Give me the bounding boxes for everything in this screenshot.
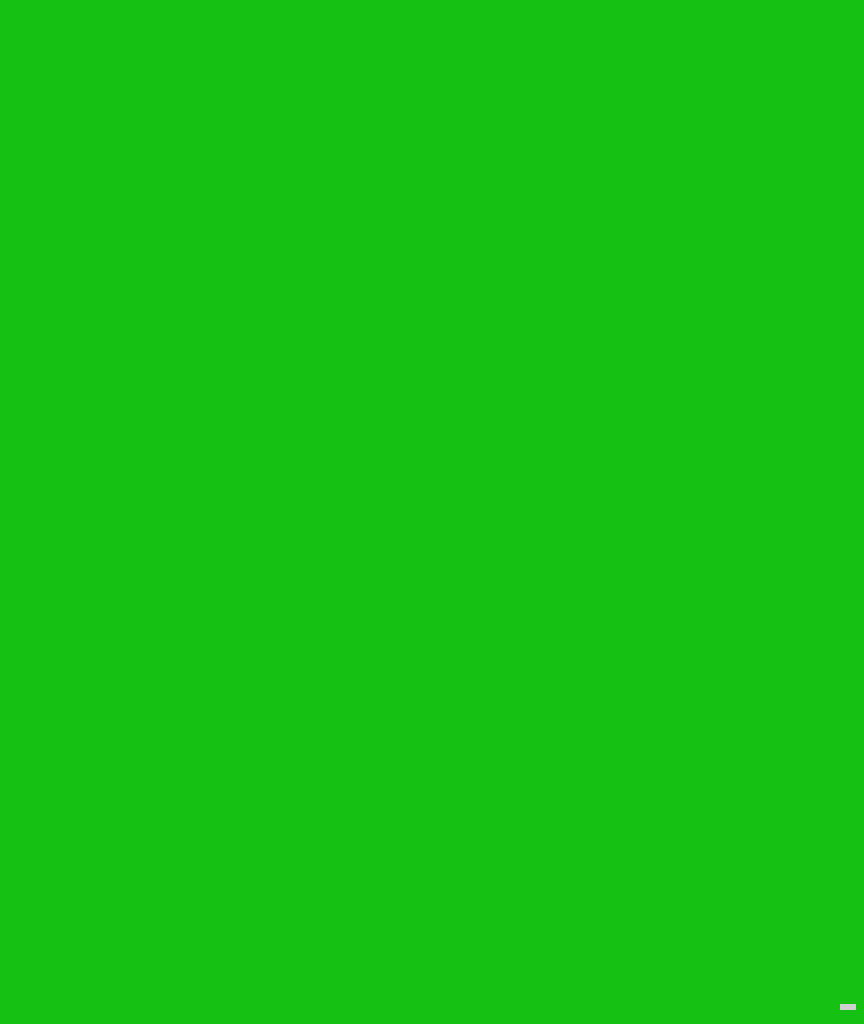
slide-deck-contact-sheet: [0, 0, 864, 1024]
id-badge: [840, 1004, 856, 1010]
slide-grid: [0, 0, 864, 4]
